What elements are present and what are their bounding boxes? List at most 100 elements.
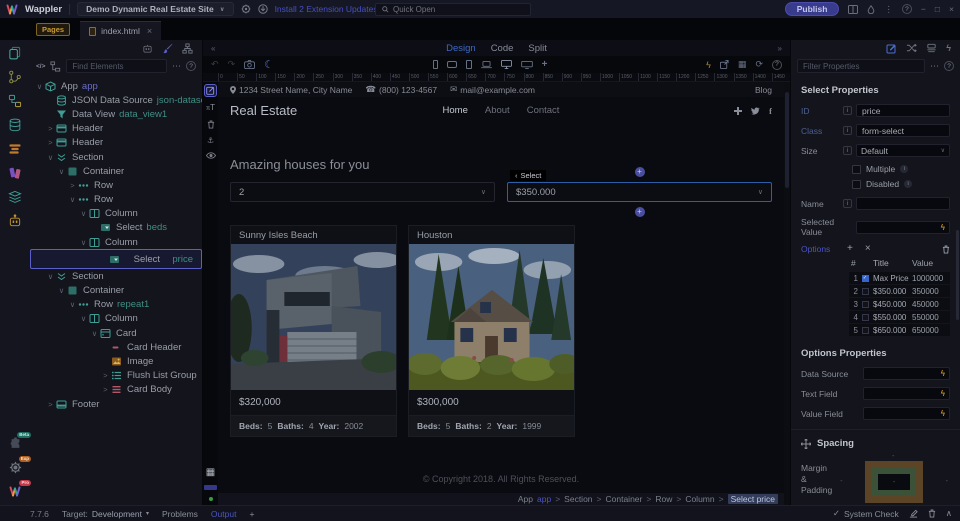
tree-item[interactable]: Card Header	[30, 340, 202, 354]
add-option-button[interactable]: +	[847, 244, 853, 254]
move-resize-icon[interactable]: +	[542, 59, 548, 70]
expand-right-icon[interactable]: >	[67, 181, 78, 190]
tree-item[interactable]: ∨Section	[30, 150, 202, 164]
problems-button[interactable]: Problems	[162, 509, 198, 519]
expand-right-icon[interactable]: >	[100, 385, 111, 394]
remove-option-button[interactable]: ×	[865, 244, 871, 254]
twitter-icon[interactable]	[751, 107, 760, 115]
option-value[interactable]: 650000	[912, 326, 950, 335]
disabled-checkbox[interactable]	[852, 180, 861, 189]
target-selector[interactable]: Target: Development ▾	[62, 509, 149, 519]
expand-down-icon[interactable]: ∨	[67, 195, 78, 204]
dynamic-bolt-icon[interactable]: ϟ	[706, 60, 711, 70]
option-value[interactable]: 450000	[912, 300, 950, 309]
options-table-row[interactable]: 3$450.000450000	[849, 298, 950, 310]
tree-item[interactable]: >Row	[30, 178, 202, 192]
breadcrumb-item[interactable]: Column	[685, 494, 714, 504]
text-field-input[interactable]: ϟ	[863, 387, 950, 400]
screenshot-camera-icon[interactable]	[244, 60, 255, 69]
margin-right-value[interactable]: -	[946, 478, 948, 485]
option-value[interactable]: 550000	[912, 313, 950, 322]
text-tool-icon[interactable]: πT	[206, 104, 215, 113]
margin-top-value[interactable]: -	[892, 453, 894, 460]
find-elements-input[interactable]	[66, 59, 167, 73]
value-field-input[interactable]: ϟ	[863, 407, 950, 420]
clear-options-trash-icon[interactable]	[942, 245, 950, 254]
more-options-icon[interactable]: ⋯	[930, 61, 939, 72]
property-card[interactable]: Houston$300,000Beds:5Baths:2Year:1999	[408, 225, 575, 437]
help-icon[interactable]: ?	[902, 4, 912, 14]
pages-panel-icon[interactable]	[7, 45, 23, 61]
tree-item[interactable]: ∨Column	[30, 207, 202, 221]
workflows-icon[interactable]	[7, 93, 23, 109]
stack-panels-icon[interactable]	[926, 43, 937, 53]
tree-item[interactable]: ∨Appapp	[30, 79, 202, 93]
menu-kebab-icon[interactable]: ⋮	[884, 4, 893, 14]
class-input[interactable]	[856, 124, 950, 137]
tree-item[interactable]: >Footer	[30, 397, 202, 411]
box-model-diagram[interactable]: - - - - -	[838, 453, 950, 503]
tree-item[interactable]: ∨Container	[30, 164, 202, 178]
undo-icon[interactable]: ↶	[211, 59, 219, 70]
option-title[interactable]: $650.000	[871, 326, 912, 335]
breadcrumb-item[interactable]: Container	[606, 494, 643, 504]
options-table-row[interactable]: 2$350.000350000	[849, 285, 950, 297]
id-input[interactable]	[856, 104, 950, 117]
tree-item[interactable]: ∨Section	[30, 269, 202, 283]
tree-item[interactable]: Selectprice	[30, 249, 202, 269]
device-tablet-landscape-icon[interactable]	[447, 61, 457, 68]
address-item[interactable]: 1234 Street Name, City Name	[230, 85, 352, 95]
tab-close-icon[interactable]: ×	[147, 26, 152, 36]
minimize-button[interactable]: −	[921, 4, 926, 14]
phone-item[interactable]: ☎ (800) 123-4567	[365, 84, 437, 95]
option-selected-checkbox[interactable]: ✓	[862, 275, 869, 282]
option-title[interactable]: Max Price	[871, 274, 912, 283]
tree-item[interactable]: ∨Container	[30, 283, 202, 297]
tree-item[interactable]: ∨Row	[30, 193, 202, 207]
extensions-puzzle-icon[interactable]: Beta	[7, 435, 23, 451]
nav-link-about[interactable]: About	[485, 105, 510, 116]
download-updates-icon[interactable]	[258, 4, 268, 14]
tree-item[interactable]: >Header	[30, 122, 202, 136]
bolt-icon[interactable]: ϟ	[941, 369, 945, 378]
database-icon[interactable]	[7, 117, 23, 133]
quick-open-search[interactable]: Quick Open	[375, 3, 531, 16]
collapse-right-icon[interactable]: »	[778, 44, 782, 53]
breadcrumb-item[interactable]: App	[518, 494, 533, 504]
refresh-icon[interactable]: ⟳	[755, 59, 763, 70]
option-selected-checkbox[interactable]	[862, 301, 869, 308]
install-updates-link[interactable]: Install 2 Extension Updates	[275, 4, 378, 14]
tree-item[interactable]: JSON Data Sourcejson-datasource1	[30, 93, 202, 107]
layers-icon[interactable]	[7, 189, 23, 205]
facebook-icon[interactable]: f	[769, 106, 772, 116]
size-select[interactable]: Default ∨	[856, 144, 950, 157]
breadcrumb-item[interactable]: app	[537, 494, 551, 504]
name-input[interactable]	[856, 197, 950, 210]
shuffle-bindings-icon[interactable]	[906, 43, 917, 53]
option-selected-checkbox[interactable]	[862, 314, 869, 321]
bolt-icon[interactable]: ϟ	[941, 223, 945, 232]
options-table-row[interactable]: 4$550.000550000	[849, 311, 950, 323]
help-icon[interactable]: ?	[772, 60, 782, 70]
tree-item[interactable]: Data Viewdata_view1	[30, 107, 202, 121]
tree-item[interactable]: >Header	[30, 136, 202, 150]
expand-down-icon[interactable]: ∨	[89, 329, 100, 338]
chevron-up-icon[interactable]: ∧	[946, 508, 952, 519]
device-desktop-icon[interactable]	[501, 60, 512, 69]
tree-item[interactable]: Selectbeds	[30, 221, 202, 235]
scrollbar-thumb[interactable]	[785, 92, 789, 188]
tree-item[interactable]: ∨Column	[30, 235, 202, 249]
close-button[interactable]: ×	[949, 4, 954, 14]
option-selected-checkbox[interactable]	[862, 288, 869, 295]
breadcrumb-item[interactable]: Row	[655, 494, 672, 504]
visibility-eye-icon[interactable]	[206, 152, 216, 159]
padding-box[interactable]: -	[872, 468, 916, 496]
pages-badge[interactable]: Pages	[36, 23, 70, 36]
padding-value[interactable]: -	[893, 479, 895, 486]
tab-code[interactable]: Code	[491, 43, 514, 54]
tab-design[interactable]: Design	[446, 43, 476, 54]
page-heading[interactable]: Amazing houses for you	[230, 157, 772, 172]
blog-link[interactable]: Blog	[755, 85, 772, 95]
nav-link-contact[interactable]: Contact	[527, 105, 560, 116]
experimental-gear-icon[interactable]: Exp	[7, 459, 23, 475]
